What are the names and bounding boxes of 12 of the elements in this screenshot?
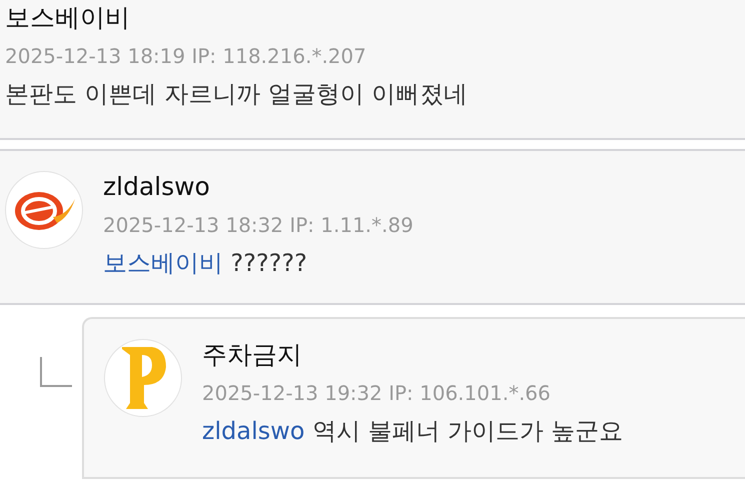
comment-meta: 2025-12-13 18:19 IP: 118.216.*.207 [5, 43, 368, 69]
reply-corner-icon [40, 357, 72, 387]
comment-text: 본판도 이쁜데 자르니까 얼굴형이 이뻐졌네 [5, 79, 469, 110]
comment-text: 보스베이비 ?????? [103, 248, 308, 279]
mention-link[interactable]: 보스베이비 [103, 249, 223, 277]
author-name[interactable]: 보스베이비 [5, 2, 745, 34]
comment-meta: 2025-12-13 19:32 IP: 106.101.*.66 [202, 380, 552, 406]
author-name[interactable]: 주차금지 [202, 339, 624, 371]
mention-link[interactable]: zldalswo [202, 417, 305, 445]
comment-meta: 2025-12-13 18:32 IP: 1.11.*.89 [103, 212, 414, 238]
comment-text: zldalswo 역시 불페너 가이드가 높군요 [202, 416, 624, 447]
author-name[interactable]: zldalswo [103, 171, 414, 203]
